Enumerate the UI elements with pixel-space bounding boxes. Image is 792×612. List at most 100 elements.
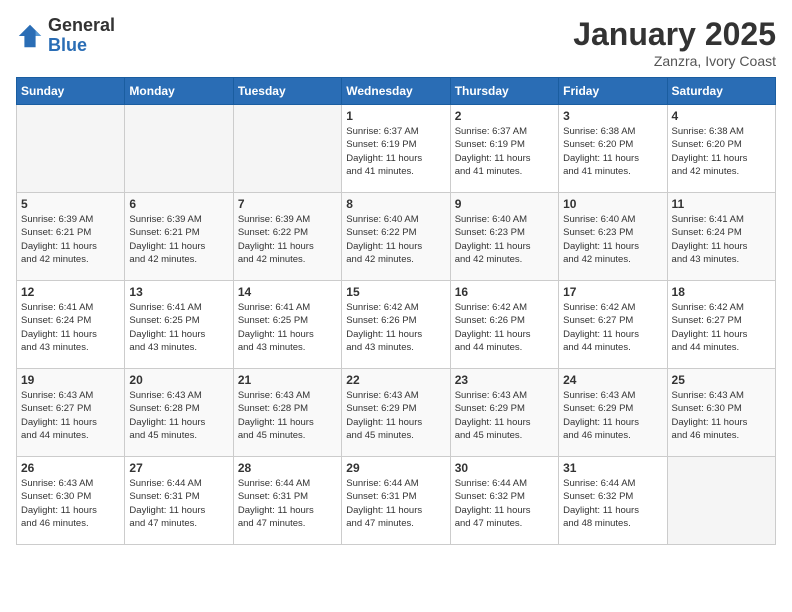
day-cell-22: 22 Sunrise: 6:43 AM Sunset: 6:29 PM Dayli… <box>342 369 450 457</box>
day-cell-12: 12 Sunrise: 6:41 AM Sunset: 6:24 PM Dayli… <box>17 281 125 369</box>
day-number: 23 <box>455 373 554 387</box>
day-info: Sunrise: 6:40 AM Sunset: 6:23 PM Dayligh… <box>455 213 554 266</box>
day-info: Sunrise: 6:43 AM Sunset: 6:29 PM Dayligh… <box>455 389 554 442</box>
header-row: SundayMondayTuesdayWednesdayThursdayFrid… <box>17 78 776 105</box>
day-cell-5: 5Sunrise: 6:39 AM Sunset: 6:21 PM Daylig… <box>17 193 125 281</box>
day-info: Sunrise: 6:37 AM Sunset: 6:19 PM Dayligh… <box>455 125 554 178</box>
empty-cell <box>667 457 775 545</box>
day-number: 27 <box>129 461 228 475</box>
day-number: 26 <box>21 461 120 475</box>
day-cell-23: 23 Sunrise: 6:43 AM Sunset: 6:29 PM Dayli… <box>450 369 558 457</box>
header-cell-wednesday: Wednesday <box>342 78 450 105</box>
day-number: 6 <box>129 197 228 211</box>
day-number: 10 <box>563 197 662 211</box>
day-cell-30: 30Sunrise: 6:44 AM Sunset: 6:32 PM Dayli… <box>450 457 558 545</box>
day-info: Sunrise: 6:38 AM Sunset: 6:20 PM Dayligh… <box>672 125 771 178</box>
day-info: Sunrise: 6:40 AM Sunset: 6:23 PM Dayligh… <box>563 213 662 266</box>
day-number: 22 <box>346 373 445 387</box>
page-header: General Blue January 2025 Zanzra, Ivory … <box>16 16 776 69</box>
day-number: 9 <box>455 197 554 211</box>
day-info: Sunrise: 6:44 AM Sunset: 6:32 PM Dayligh… <box>563 477 662 530</box>
day-info: Sunrise: 6:41 AM Sunset: 6:24 PM Dayligh… <box>672 213 771 266</box>
day-cell-7: 7 Sunrise: 6:39 AM Sunset: 6:22 PM Daylig… <box>233 193 341 281</box>
day-cell-25: 25Sunrise: 6:43 AM Sunset: 6:30 PM Dayli… <box>667 369 775 457</box>
week-row-2: 5 Sunrise: 6:39 AM Sunset: 6:21 PM Daylig… <box>17 193 776 281</box>
day-number: 31 <box>563 461 662 475</box>
day-number: 1 <box>346 109 445 123</box>
day-info: Sunrise: 6:41 AM Sunset: 6:24 PM Dayligh… <box>21 301 120 354</box>
day-number: 3 <box>563 109 662 123</box>
day-cell-14: 14 Sunrise: 6:41 AM Sunset: 6:25 PM Dayli… <box>233 281 341 369</box>
week-row-1: 1 Sunrise: 6:37 AM Sunset: 6:19 PM Daylig… <box>17 105 776 193</box>
day-cell-1: 1 Sunrise: 6:37 AM Sunset: 6:19 PM Daylig… <box>342 105 450 193</box>
logo: General Blue <box>16 16 115 56</box>
day-info: Sunrise: 6:41 AM Sunset: 6:25 PM Dayligh… <box>238 301 337 354</box>
day-cell-6: 6 Sunrise: 6:39 AM Sunset: 6:21 PM Daylig… <box>125 193 233 281</box>
day-info: Sunrise: 6:39 AM Sunset: 6:22 PM Dayligh… <box>238 213 337 266</box>
empty-cell <box>125 105 233 193</box>
day-cell-8: 8 Sunrise: 6:40 AM Sunset: 6:22 PM Daylig… <box>342 193 450 281</box>
day-cell-24: 24 Sunrise: 6:43 AM Sunset: 6:29 PM Dayli… <box>559 369 667 457</box>
day-info: Sunrise: 6:43 AM Sunset: 6:27 PM Dayligh… <box>21 389 120 442</box>
header-cell-thursday: Thursday <box>450 78 558 105</box>
day-number: 29 <box>346 461 445 475</box>
day-info: Sunrise: 6:42 AM Sunset: 6:26 PM Dayligh… <box>455 301 554 354</box>
calendar-body: 1 Sunrise: 6:37 AM Sunset: 6:19 PM Daylig… <box>17 105 776 545</box>
day-number: 18 <box>672 285 771 299</box>
empty-cell <box>233 105 341 193</box>
day-number: 24 <box>563 373 662 387</box>
day-cell-15: 15Sunrise: 6:42 AM Sunset: 6:26 PM Dayli… <box>342 281 450 369</box>
day-info: Sunrise: 6:37 AM Sunset: 6:19 PM Dayligh… <box>346 125 445 178</box>
day-cell-26: 26 Sunrise: 6:43 AM Sunset: 6:30 PM Dayli… <box>17 457 125 545</box>
day-info: Sunrise: 6:39 AM Sunset: 6:21 PM Dayligh… <box>129 213 228 266</box>
day-info: Sunrise: 6:41 AM Sunset: 6:25 PM Dayligh… <box>129 301 228 354</box>
logo-general-text: General <box>48 16 115 36</box>
calendar-header: SundayMondayTuesdayWednesdayThursdayFrid… <box>17 78 776 105</box>
header-cell-saturday: Saturday <box>667 78 775 105</box>
logo-text: General Blue <box>48 16 115 56</box>
day-info: Sunrise: 6:43 AM Sunset: 6:28 PM Dayligh… <box>129 389 228 442</box>
week-row-3: 12 Sunrise: 6:41 AM Sunset: 6:24 PM Dayli… <box>17 281 776 369</box>
day-cell-13: 13 Sunrise: 6:41 AM Sunset: 6:25 PM Dayli… <box>125 281 233 369</box>
day-number: 19 <box>21 373 120 387</box>
day-number: 28 <box>238 461 337 475</box>
day-cell-2: 2 Sunrise: 6:37 AM Sunset: 6:19 PM Daylig… <box>450 105 558 193</box>
day-cell-17: 17Sunrise: 6:42 AM Sunset: 6:27 PM Dayli… <box>559 281 667 369</box>
day-number: 21 <box>238 373 337 387</box>
day-info: Sunrise: 6:43 AM Sunset: 6:29 PM Dayligh… <box>563 389 662 442</box>
header-cell-sunday: Sunday <box>17 78 125 105</box>
day-number: 15 <box>346 285 445 299</box>
day-number: 7 <box>238 197 337 211</box>
day-cell-10: 10 Sunrise: 6:40 AM Sunset: 6:23 PM Dayli… <box>559 193 667 281</box>
day-number: 12 <box>21 285 120 299</box>
day-info: Sunrise: 6:43 AM Sunset: 6:28 PM Dayligh… <box>238 389 337 442</box>
day-cell-4: 4 Sunrise: 6:38 AM Sunset: 6:20 PM Daylig… <box>667 105 775 193</box>
day-number: 8 <box>346 197 445 211</box>
day-cell-9: 9 Sunrise: 6:40 AM Sunset: 6:23 PM Daylig… <box>450 193 558 281</box>
day-info: Sunrise: 6:44 AM Sunset: 6:31 PM Dayligh… <box>346 477 445 530</box>
day-number: 5 <box>21 197 120 211</box>
day-cell-3: 3 Sunrise: 6:38 AM Sunset: 6:20 PM Daylig… <box>559 105 667 193</box>
day-number: 13 <box>129 285 228 299</box>
day-number: 2 <box>455 109 554 123</box>
day-cell-18: 18Sunrise: 6:42 AM Sunset: 6:27 PM Dayli… <box>667 281 775 369</box>
calendar-table: SundayMondayTuesdayWednesdayThursdayFrid… <box>16 77 776 545</box>
day-cell-28: 28Sunrise: 6:44 AM Sunset: 6:31 PM Dayli… <box>233 457 341 545</box>
day-info: Sunrise: 6:38 AM Sunset: 6:20 PM Dayligh… <box>563 125 662 178</box>
day-cell-29: 29 Sunrise: 6:44 AM Sunset: 6:31 PM Dayli… <box>342 457 450 545</box>
day-number: 4 <box>672 109 771 123</box>
day-number: 14 <box>238 285 337 299</box>
day-info: Sunrise: 6:43 AM Sunset: 6:29 PM Dayligh… <box>346 389 445 442</box>
week-row-5: 26 Sunrise: 6:43 AM Sunset: 6:30 PM Dayli… <box>17 457 776 545</box>
day-cell-20: 20 Sunrise: 6:43 AM Sunset: 6:28 PM Dayli… <box>125 369 233 457</box>
day-info: Sunrise: 6:43 AM Sunset: 6:30 PM Dayligh… <box>21 477 120 530</box>
day-number: 17 <box>563 285 662 299</box>
day-cell-16: 16Sunrise: 6:42 AM Sunset: 6:26 PM Dayli… <box>450 281 558 369</box>
day-number: 30 <box>455 461 554 475</box>
header-cell-tuesday: Tuesday <box>233 78 341 105</box>
header-cell-friday: Friday <box>559 78 667 105</box>
day-info: Sunrise: 6:40 AM Sunset: 6:22 PM Dayligh… <box>346 213 445 266</box>
week-row-4: 19 Sunrise: 6:43 AM Sunset: 6:27 PM Dayli… <box>17 369 776 457</box>
day-number: 20 <box>129 373 228 387</box>
logo-blue-text: Blue <box>48 36 115 56</box>
